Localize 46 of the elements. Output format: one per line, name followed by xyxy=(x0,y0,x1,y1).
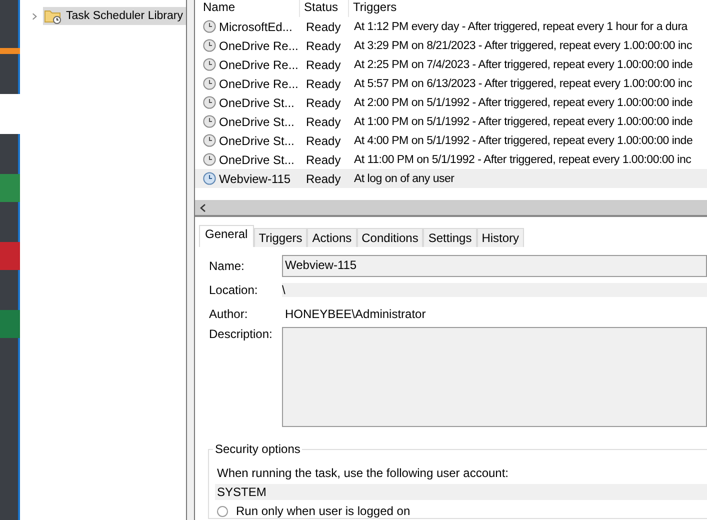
selected-task-row[interactable]: Webview-115 Ready At log on of any user xyxy=(195,169,707,188)
clock-icon xyxy=(203,39,216,52)
radio-label[interactable]: Run only when user is logged on xyxy=(236,504,410,518)
pane-splitter[interactable] xyxy=(186,0,195,520)
clock-icon xyxy=(203,153,216,166)
tab[interactable]: Triggers xyxy=(254,228,308,247)
location-value: \ xyxy=(282,283,707,297)
field-label: Name: xyxy=(209,259,246,273)
column-header[interactable]: Name xyxy=(195,0,300,17)
clock-icon xyxy=(203,20,216,33)
tab[interactable]: General xyxy=(199,225,254,247)
tab[interactable]: Settings xyxy=(423,228,477,247)
task-row[interactable]: OneDrive Re... Ready At 5:57 PM on 6/13/2023 - After triggered, repeat every 1.00:00:00 inc xyxy=(195,74,707,93)
name-field[interactable]: Webview-115 xyxy=(282,255,707,277)
account-value: SYSTEM xyxy=(215,484,707,500)
description-field[interactable] xyxy=(282,327,707,427)
tree-item[interactable]: Task Scheduler Library xyxy=(43,7,186,25)
clock-icon xyxy=(203,77,216,90)
field-label: Author: xyxy=(209,307,249,321)
field-label: Description: xyxy=(209,327,274,341)
account-label: When running the task, use the following user account: xyxy=(217,466,510,480)
task-row[interactable]: OneDrive Re... Ready At 3:29 PM on 8/21/2023 - After triggered, repeat every 1.00:00:00 inc xyxy=(195,36,707,55)
chevron-icon[interactable] xyxy=(32,12,38,20)
tab[interactable]: History xyxy=(476,228,524,247)
clock-icon xyxy=(203,172,216,185)
clock-icon xyxy=(203,58,216,71)
group-title: Security options xyxy=(213,442,302,456)
task-row[interactable]: OneDrive St... Ready At 1:00 PM on 5/1/1992 - After triggered, repeat every 1.00:00:00 inde xyxy=(195,112,707,131)
task-row[interactable]: OneDrive St... Ready At 2:00 PM on 5/1/1992 - After triggered, repeat every 1.00:00:00 inde xyxy=(195,93,707,112)
tab[interactable]: Conditions xyxy=(356,228,424,247)
clock-icon xyxy=(203,134,216,147)
author-value: HONEYBEE\Administrator xyxy=(284,307,426,321)
folder-clock-icon xyxy=(44,8,62,24)
clock-icon xyxy=(203,96,216,109)
clock-icon xyxy=(203,115,216,128)
task-row[interactable]: OneDrive St... Ready At 11:00 PM on 5/1/1992 - After triggered, repeat every 1.00:00:00 inc xyxy=(195,150,707,169)
task-row[interactable]: MicrosoftEd... Ready At 1:12 PM every day - After triggered, repeat every 1 hour for a dura xyxy=(195,17,707,36)
horizontal-scrollbar[interactable] xyxy=(195,200,707,215)
column-header[interactable]: Triggers xyxy=(349,0,397,17)
column-header[interactable]: Status xyxy=(300,0,349,17)
task-row[interactable]: OneDrive Re... Ready At 2:25 PM on 7/4/2023 - After triggered, repeat every 1.00:00:00 inde xyxy=(195,55,707,74)
task-row[interactable]: OneDrive St... Ready At 4:00 PM on 5/1/1992 - After triggered, repeat every 1.00:00:00 inde xyxy=(195,131,707,150)
scroll-left-icon[interactable] xyxy=(200,204,206,212)
field-label: Location: xyxy=(209,283,259,297)
tab[interactable]: Actions xyxy=(307,228,357,247)
radio-button[interactable] xyxy=(217,506,228,516)
